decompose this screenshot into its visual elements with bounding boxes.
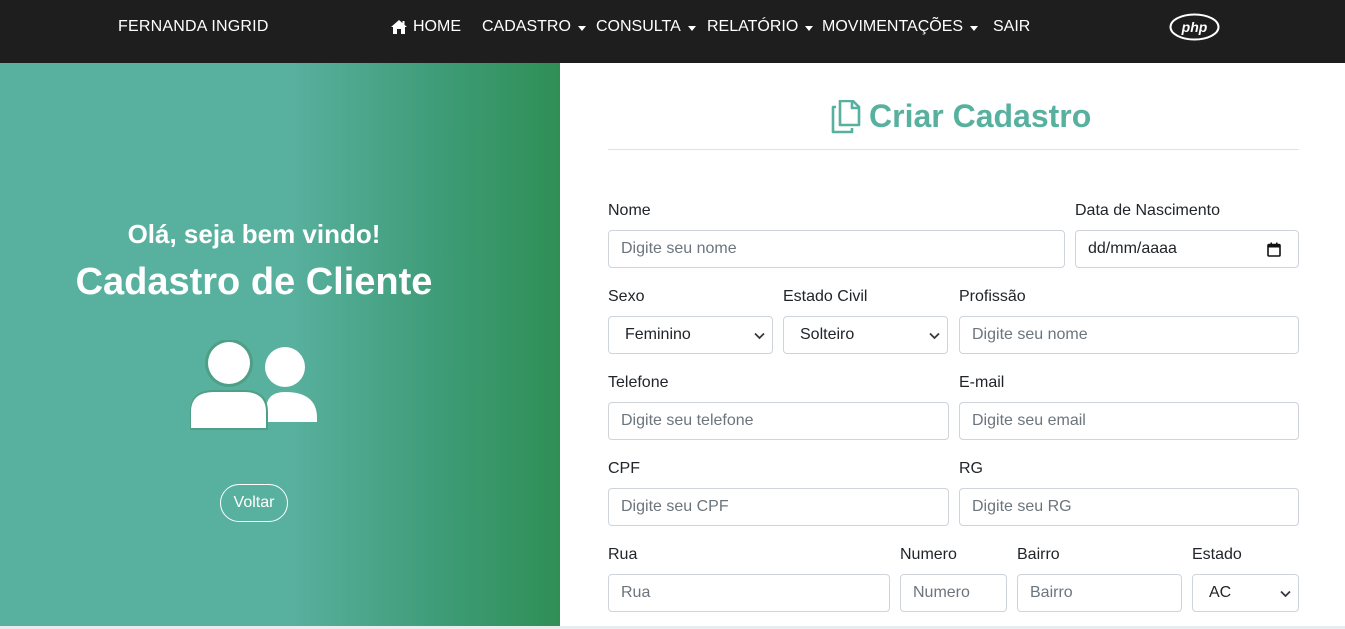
nav-sair-label: SAIR [993,18,1031,35]
telefone-input[interactable] [608,402,949,440]
nav-cadastro[interactable]: CADASTRO [482,18,586,36]
estado-select[interactable]: AC [1192,574,1299,612]
form-title: Criar Cadastro [831,98,1091,135]
nav-consulta[interactable]: CONSULTA [596,18,696,36]
estado-value: AC [1209,584,1232,601]
estado-civil-value: Solteiro [800,326,855,343]
nav-relatorio[interactable]: RELATÓRIO [707,18,814,36]
rua-input[interactable] [608,574,890,612]
chevron-down-icon [929,332,940,340]
nav-movimentacoes-label: MOVIMENTAÇÕES [822,18,964,35]
top-navbar: FERNANDA INGRID HOME CADASTRO CONSULTA R… [0,0,1345,63]
nav-home-label: HOME [413,18,461,35]
cpf-input[interactable] [608,488,949,526]
estado-civil-select[interactable]: Solteiro [783,316,948,354]
caret-down-icon [805,25,814,31]
nascimento-date-input[interactable]: dd/mm/aaaa [1075,230,1299,268]
numero-input[interactable] [900,574,1007,612]
nav-movimentacoes[interactable]: MOVIMENTAÇÕES [822,18,979,36]
cpf-label: CPF [608,460,640,477]
rua-label: Rua [608,546,638,563]
estado-label: Estado [1192,546,1242,563]
sexo-label: Sexo [608,288,645,305]
copy-icon [831,99,861,133]
welcome-panel: Olá, seja bem vindo! Cadastro de Cliente… [0,63,560,629]
nav-cadastro-label: CADASTRO [482,18,571,35]
home-icon [391,20,407,34]
rg-input[interactable] [959,488,1299,526]
caret-down-icon [577,25,586,31]
caret-down-icon [970,25,979,31]
users-icon [190,340,317,430]
nascimento-value: dd/mm/aaaa [1088,240,1177,257]
nav-home[interactable]: HOME [390,18,461,36]
bairro-label: Bairro [1017,546,1060,563]
welcome-heading: Olá, seja bem vindo! [127,219,381,249]
chevron-down-icon [1280,590,1291,598]
panel-title: Cadastro de Cliente [75,261,433,303]
nascimento-label: Data de Nascimento [1075,202,1220,219]
form-divider [608,149,1299,150]
navbar-brand[interactable]: FERNANDA INGRID [118,18,269,36]
chevron-down-icon [754,332,765,340]
rg-label: RG [959,460,983,477]
nome-input[interactable] [608,230,1065,268]
estado-civil-label: Estado Civil [783,288,868,305]
back-button[interactable]: Voltar [220,484,288,522]
nav-sair[interactable]: SAIR [993,18,1030,36]
email-input[interactable] [959,402,1299,440]
email-label: E-mail [959,374,1005,391]
numero-label: Numero [900,546,957,563]
nav-relatorio-label: RELATÓRIO [707,18,799,35]
caret-down-icon [687,25,696,31]
calendar-icon[interactable] [1267,242,1281,257]
php-logo-icon: php [1169,13,1220,41]
sexo-value: Feminino [625,326,691,343]
sexo-select[interactable]: Feminino [608,316,773,354]
form-title-text: Criar Cadastro [869,98,1092,134]
svg-text:php: php [1181,19,1208,35]
nome-label: Nome [608,202,651,219]
bairro-input[interactable] [1017,574,1182,612]
telefone-label: Telefone [608,374,669,391]
nav-consulta-label: CONSULTA [596,18,681,35]
profissao-label: Profissão [959,288,1026,305]
profissao-input[interactable] [959,316,1299,354]
